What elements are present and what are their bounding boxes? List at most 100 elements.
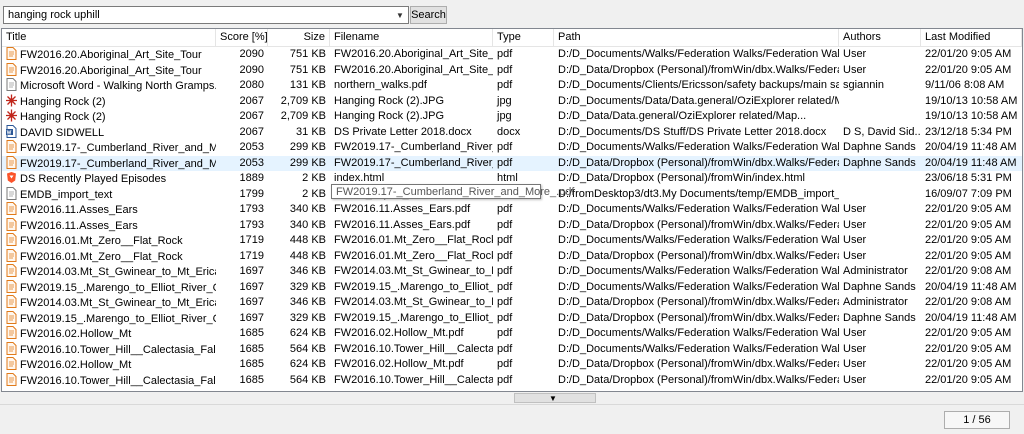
cell-size: 624 KB: [289, 358, 326, 370]
cell-filename: Hanging Rock (2).JPG: [334, 110, 445, 122]
cell-title: FW2016.20.Aboriginal_Art_Site_Tour: [2, 47, 216, 63]
table-row[interactable]: FW2016.02.Hollow_Mt 1685 624 KB FW2016.02.H…: [2, 326, 1022, 342]
search-button[interactable]: Search: [410, 6, 447, 24]
cell-score: 1719: [239, 234, 264, 246]
table-row[interactable]: DAVID SIDWELL 2067 31 KB DS Private Letter …: [2, 124, 1022, 141]
table-row[interactable]: FW2016.10.Tower_Hill__Calectasia_Falls 16…: [2, 341, 1022, 358]
cell-title-text: FW2016.10.Tower_Hill__Calectasia_Falls: [20, 343, 216, 356]
cell-type: pdf: [497, 265, 513, 277]
header-col-modified[interactable]: Last Modified: [921, 29, 1022, 46]
table-row[interactable]: FW2014.03.Mt_St_Gwinear_to_Mt_Erica_-...…: [2, 264, 1022, 280]
cell-modified: 9/11/06 8:08 AM: [925, 79, 1005, 91]
table-row[interactable]: FW2016.02.Hollow_Mt 1685 624 KB FW2016.02.H…: [2, 357, 1022, 373]
cell-score: 2090: [239, 48, 264, 60]
cell-authors: User: [843, 249, 867, 262]
cell-modified: 23/12/18 5:34 PM: [925, 125, 1012, 138]
cell-authors: [839, 187, 921, 203]
browser-file-icon: [6, 171, 17, 184]
cell-score: 1685: [239, 358, 264, 370]
cell-modified: 23/06/18 5:31 PM: [925, 172, 1012, 184]
header-col-filename[interactable]: Filename: [330, 29, 493, 46]
header-col-path[interactable]: Path: [554, 29, 839, 46]
table-row[interactable]: FW2016.20.Aboriginal_Art_Site_Tour 2090 75…: [2, 47, 1022, 63]
table-row[interactable]: FW2016.11.Asses_Ears 1793 340 KB FW2016.11.…: [2, 217, 1022, 234]
pdf-file-icon: [6, 202, 17, 215]
text-file-icon: [6, 186, 17, 200]
cell-title: FW2016.10.Tower_Hill__Calectasia_Falls: [2, 372, 216, 389]
cell-type: pdf: [497, 342, 513, 355]
table-row[interactable]: FW2019.17-_Cumberland_River_and_Mor... 20…: [2, 155, 1022, 172]
table-row[interactable]: FW2016.10.Tower_Hill__Calectasia_Falls 16…: [2, 372, 1022, 389]
cell-title-text: FW2016.20.Aboriginal_Art_Site_Tour: [20, 49, 202, 61]
pdf-file-icon: [6, 310, 17, 324]
cell-size: 299 KB: [289, 141, 326, 153]
cell-size: 299 KB: [289, 156, 326, 169]
cell-score: 2090: [239, 63, 264, 76]
table-row[interactable]: FW2019.17-_Cumberland_River_and_Mor... 20…: [2, 140, 1022, 156]
table-row[interactable]: Microsoft Word - Walking North Gramps...…: [2, 78, 1022, 94]
cell-filename: FW2019.15_.Marengo_to_Elliot_Ri...: [334, 280, 493, 293]
chevron-down-icon[interactable]: ▼: [392, 7, 408, 23]
cell-score: 1793: [239, 203, 264, 215]
cell-title: FW2019.17-_Cumberland_River_and_Mor...: [2, 155, 216, 172]
cell-modified: 22/01/20 9:05 AM: [925, 342, 1012, 355]
cell-filename: FW2014.03.Mt_St_Gwinear_to_Mt...: [334, 296, 493, 308]
header-col-title[interactable]: Title: [2, 29, 216, 46]
cell-title-text: EMDB_import_text: [20, 188, 113, 201]
cell-type: jpg: [497, 94, 512, 107]
table-row[interactable]: FW2019.15_.Marengo_to_Elliot_River_Cir..…: [2, 279, 1022, 296]
cell-filename: FW2014.03.Mt_St_Gwinear_to_Mt...: [334, 265, 493, 277]
cell-score: 1719: [239, 249, 264, 262]
results-table: Title Score [%] Size Filename Type Path Author…: [1, 28, 1023, 392]
cell-size: 346 KB: [289, 296, 326, 308]
cell-type: pdf: [497, 249, 513, 262]
cell-authors: User: [843, 63, 867, 76]
search-input[interactable]: hanging rock uphill ▼: [3, 6, 409, 24]
cell-modified: 20/04/19 11:48 AM: [925, 156, 1017, 169]
cell-size: 2 KB: [302, 187, 326, 200]
cell-title: FW2019.15_.Marengo_to_Elliot_River_Cir..…: [2, 279, 216, 296]
pdf-file-icon: [6, 233, 17, 246]
cell-filename: FW2016.11.Asses_Ears.pdf: [334, 203, 471, 215]
header-col-score[interactable]: Score [%]: [216, 29, 268, 46]
cell-title-text: FW2016.11.Asses_Ears: [20, 204, 138, 216]
header-col-size[interactable]: Size: [268, 29, 330, 46]
table-row[interactable]: FW2014.03.Mt_St_Gwinear_to_Mt_Erica_-...…: [2, 295, 1022, 311]
pdf-file-icon: [6, 326, 17, 339]
cell-modified: 16/09/07 7:09 PM: [925, 187, 1012, 200]
cell-size: 340 KB: [289, 218, 326, 231]
scroll-down-arrow-icon[interactable]: ▼: [549, 394, 557, 403]
table-row[interactable]: FW2016.20.Aboriginal_Art_Site_Tour 2090 75…: [2, 62, 1022, 79]
cell-title: FW2016.10.Tower_Hill__Calectasia_Falls: [2, 341, 216, 358]
cell-size: 564 KB: [289, 342, 326, 355]
table-row[interactable]: FW2016.01.Mt_Zero__Flat_Rock 1719 448 KB FW…: [2, 233, 1022, 249]
cell-path: D:/fromDesktop3/dt3.My Documents/temp/EM…: [558, 187, 839, 200]
cell-type: pdf: [497, 63, 513, 76]
cell-size: 624 KB: [289, 327, 326, 339]
cell-path: D:/D_Documents/Walks/Federation Walks/Fe…: [558, 234, 839, 246]
pdf-file-icon: [6, 47, 17, 60]
cell-path: D:/D_Data/Dropbox (Personal)/fromWin/dbx…: [558, 156, 839, 169]
cell-title-text: Microsoft Word - Walking North Gramps...: [20, 80, 216, 92]
cell-path: D:/D_Documents/Data/Data.general/OziExpl…: [558, 94, 839, 107]
cell-modified: 22/01/20 9:05 AM: [925, 249, 1012, 262]
table-row[interactable]: FW2016.01.Mt_Zero__Flat_Rock 1719 448 KB FW…: [2, 248, 1022, 265]
header-col-authors[interactable]: Authors: [839, 29, 921, 46]
cell-title: FW2016.20.Aboriginal_Art_Site_Tour: [2, 62, 216, 79]
pdf-file-icon: [6, 217, 17, 231]
cell-authors: [839, 171, 921, 187]
pdf-file-icon: [6, 357, 17, 370]
header-col-type[interactable]: Type: [493, 29, 554, 46]
cell-score: 2067: [239, 125, 264, 138]
cell-title-text: FW2014.03.Mt_St_Gwinear_to_Mt_Erica_-...: [20, 266, 216, 278]
cell-authors: User: [843, 48, 867, 60]
cell-title: FW2016.11.Asses_Ears: [2, 202, 216, 218]
table-row[interactable]: FW2016.11.Asses_Ears 1793 340 KB FW2016.11.…: [2, 202, 1022, 218]
cell-score: 1685: [239, 342, 264, 355]
horizontal-scrollbar[interactable]: ▼: [1, 392, 1023, 404]
cell-modified: 22/01/20 9:05 AM: [925, 327, 1012, 339]
pdf-file-icon: [6, 295, 17, 308]
table-row[interactable]: Hanging Rock (2) 2067 2,709 KB Hanging Rock…: [2, 109, 1022, 125]
table-row[interactable]: FW2019.15_.Marengo_to_Elliot_River_Cir..…: [2, 310, 1022, 327]
table-row[interactable]: Hanging Rock (2) 2067 2,709 KB Hanging Rock…: [2, 94, 1022, 110]
